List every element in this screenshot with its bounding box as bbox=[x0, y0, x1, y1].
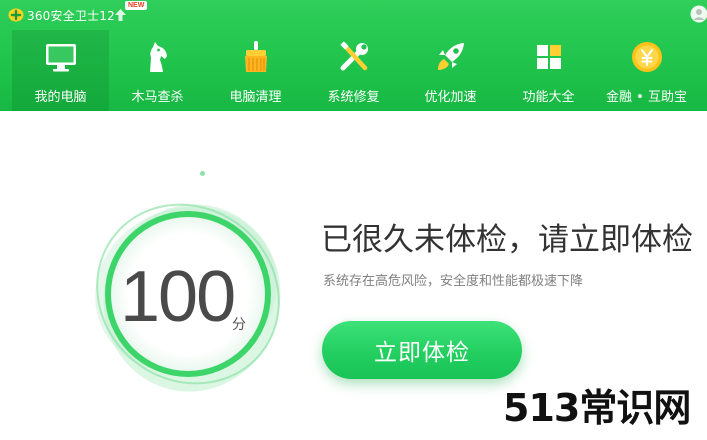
title-bar: 360安全卫士12 NEW bbox=[0, 0, 707, 28]
top-header: 360安全卫士12 NEW 我的电脑 木马查杀 电脑清理 系统修复 优化加速 功… bbox=[0, 0, 707, 111]
360-logo-icon bbox=[8, 8, 24, 22]
nav-label: 木马查杀 bbox=[131, 90, 184, 105]
main-panel: 100 分 已很久未体检，请立即体检 系统存在高危风险，安全度和性能都极速下降 … bbox=[0, 111, 707, 440]
monitor-icon bbox=[46, 44, 76, 72]
nav-item-my-computer[interactable]: 我的电脑 bbox=[12, 30, 109, 111]
site-watermark: 513常识网 bbox=[503, 386, 691, 430]
score-value: 100 bbox=[120, 257, 236, 337]
upgrade-arrow-icon[interactable] bbox=[115, 9, 126, 21]
nav-label: 系统修复 bbox=[327, 90, 380, 105]
wrench-icon bbox=[340, 41, 368, 71]
score-unit: 分 bbox=[232, 317, 246, 333]
nav-item-system-repair[interactable]: 系统修复 bbox=[305, 30, 402, 111]
new-badge: NEW bbox=[125, 1, 148, 10]
app-title: 360安全卫士12 bbox=[27, 9, 115, 23]
nav-item-finance[interactable]: 金融 • 互助宝 bbox=[598, 30, 695, 111]
rocket-icon bbox=[438, 43, 464, 70]
nav-label: 功能大全 bbox=[522, 90, 575, 105]
decorative-dot bbox=[200, 171, 205, 176]
user-avatar-icon[interactable] bbox=[690, 5, 707, 23]
status-headline: 已很久未体检，请立即体检 bbox=[321, 222, 693, 258]
nav-label: 金融 • 互助宝 bbox=[606, 90, 687, 105]
nav-label: 优化加速 bbox=[424, 90, 477, 105]
nav-item-trojan-scan[interactable]: 木马查杀 bbox=[109, 30, 206, 111]
main-nav: 我的电脑 木马查杀 电脑清理 系统修复 优化加速 功能大全 金融 • 互助宝 bbox=[12, 30, 702, 111]
grid-icon bbox=[537, 45, 561, 69]
broom-icon bbox=[245, 41, 267, 72]
nav-item-cleanup[interactable]: 电脑清理 bbox=[207, 30, 304, 111]
nav-label: 我的电脑 bbox=[34, 90, 87, 105]
check-now-button[interactable]: 立即体检 bbox=[322, 321, 522, 379]
nav-item-speed-up[interactable]: 优化加速 bbox=[402, 30, 499, 111]
yuan-coin-icon bbox=[632, 42, 662, 72]
status-subline: 系统存在高危风险，安全度和性能都极速下降 bbox=[323, 274, 584, 289]
horse-icon bbox=[150, 42, 167, 72]
nav-label: 电脑清理 bbox=[229, 90, 282, 105]
nav-item-all-features[interactable]: 功能大全 bbox=[500, 30, 597, 111]
